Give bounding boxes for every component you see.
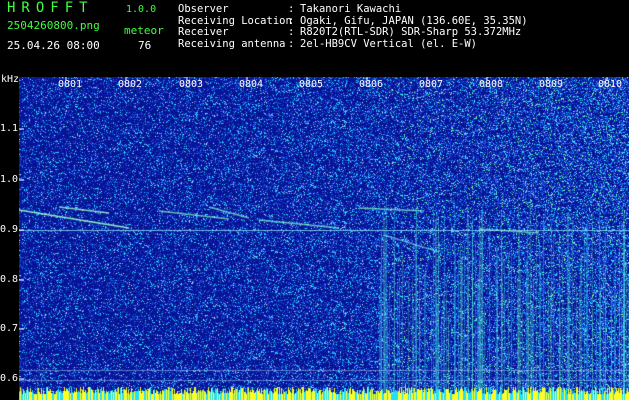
station-info: Observer : Takanori Kawachi Receiving Lo… xyxy=(178,3,528,51)
x-tick-label: 0807 xyxy=(419,79,444,90)
info-label: Receiver xyxy=(178,26,229,38)
y-tick-label: 1.1 xyxy=(0,123,19,134)
y-tick-label: 1.0 xyxy=(0,174,19,185)
y-tick-label: 0.6 xyxy=(0,373,19,384)
hrofft-window: HROFFT 1.0.0 2504260800.png meteor 25.04… xyxy=(0,0,629,400)
info-colon: : xyxy=(288,3,295,15)
y-tick-label: 0.9 xyxy=(0,224,19,235)
info-colon: : xyxy=(288,37,295,50)
y-tick-label: 0.7 xyxy=(0,323,19,334)
x-tick-label: 0806 xyxy=(359,79,384,90)
info-value: R820T2(RTL-SDR) SDR-Sharp 53.372MHz xyxy=(300,26,522,38)
app-version: 1.0.0 xyxy=(126,4,157,15)
info-value: 2el-HB9CV Vertical (el. E-W) xyxy=(300,37,478,50)
info-label: Receiving antenna xyxy=(178,37,286,50)
spectrogram-canvas xyxy=(19,77,629,400)
frequency-unit-label: kHz xyxy=(1,74,20,85)
x-tick-label: 0803 xyxy=(179,79,204,90)
x-tick-label: 0809 xyxy=(539,79,564,90)
meteor-count: 76 xyxy=(138,39,152,52)
x-tick-label: 0808 xyxy=(479,79,504,90)
y-tick-label: 0.8 xyxy=(0,274,19,285)
info-row-observer: Observer : Takanori Kawachi xyxy=(178,3,528,16)
info-row-antenna: Receiving antenna : 2el-HB9CV Vertical (… xyxy=(178,37,528,51)
app-name: HROFFT xyxy=(7,0,94,16)
info-label: Observer xyxy=(178,3,229,15)
x-tick-label: 0805 xyxy=(299,79,324,90)
meteor-label: meteor xyxy=(124,24,164,37)
info-colon: : xyxy=(288,26,295,38)
date-time: 25.04.26 08:00 xyxy=(7,39,100,52)
x-tick-label: 0810 xyxy=(598,79,623,90)
x-tick-label: 0804 xyxy=(239,79,264,90)
x-tick-label: 0801 xyxy=(58,79,83,90)
info-row-receiver: Receiver : R820T2(RTL-SDR) SDR-Sharp 53.… xyxy=(178,26,528,39)
info-value: Takanori Kawachi xyxy=(300,3,402,15)
x-tick-label: 0802 xyxy=(118,79,143,90)
file-name: 2504260800.png xyxy=(7,19,100,32)
